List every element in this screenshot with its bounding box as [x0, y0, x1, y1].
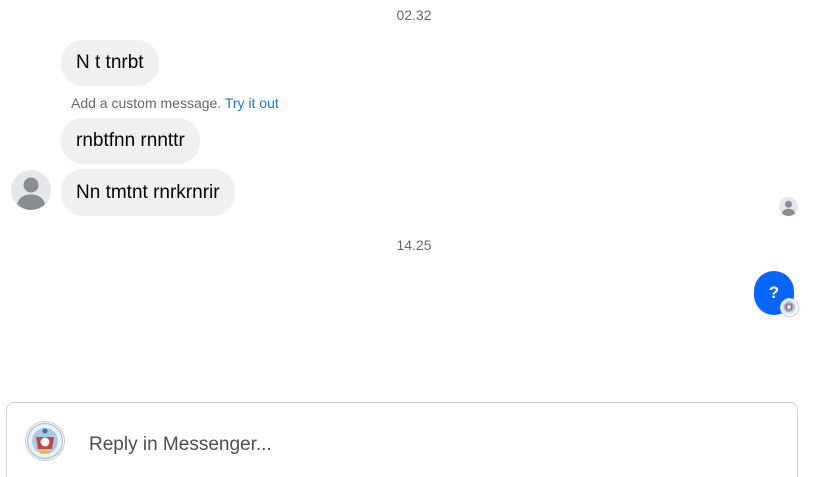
- message-text: ?: [768, 283, 780, 302]
- timestamp: 14.25: [396, 237, 432, 253]
- timestamp: 02.32: [396, 7, 432, 23]
- message-text: rnbtfnn rnnttr: [76, 130, 185, 151]
- reply-input[interactable]: [89, 434, 739, 456]
- message-text: N t tnrbt: [76, 52, 144, 73]
- seen-indicator: [779, 197, 798, 216]
- person-icon: [781, 200, 796, 216]
- try-it-out-link[interactable]: Try it out: [225, 95, 279, 111]
- incoming-message-bubble[interactable]: Nn tmtnt rnrkrnrir: [61, 169, 235, 216]
- badge-avatar-icon: [27, 423, 63, 459]
- user-avatar: [25, 421, 65, 461]
- contact-avatar[interactable]: [11, 170, 51, 210]
- messenger-thread: 02.32 N t tnrbt Add a custom message. Tr…: [0, 0, 813, 477]
- message-text: Nn tmtnt rnrkrnrir: [76, 181, 220, 203]
- read-receipt-avatar: [780, 298, 799, 317]
- incoming-message-bubble[interactable]: N t tnrbt: [61, 40, 159, 86]
- person-icon: [16, 177, 46, 210]
- incoming-message-bubble[interactable]: rnbtfnn rnnttr: [61, 118, 200, 164]
- badge-avatar-icon: [782, 300, 796, 314]
- custom-message-hint: Add a custom message. Try it out: [71, 95, 279, 111]
- hint-text: Add a custom message.: [71, 95, 222, 111]
